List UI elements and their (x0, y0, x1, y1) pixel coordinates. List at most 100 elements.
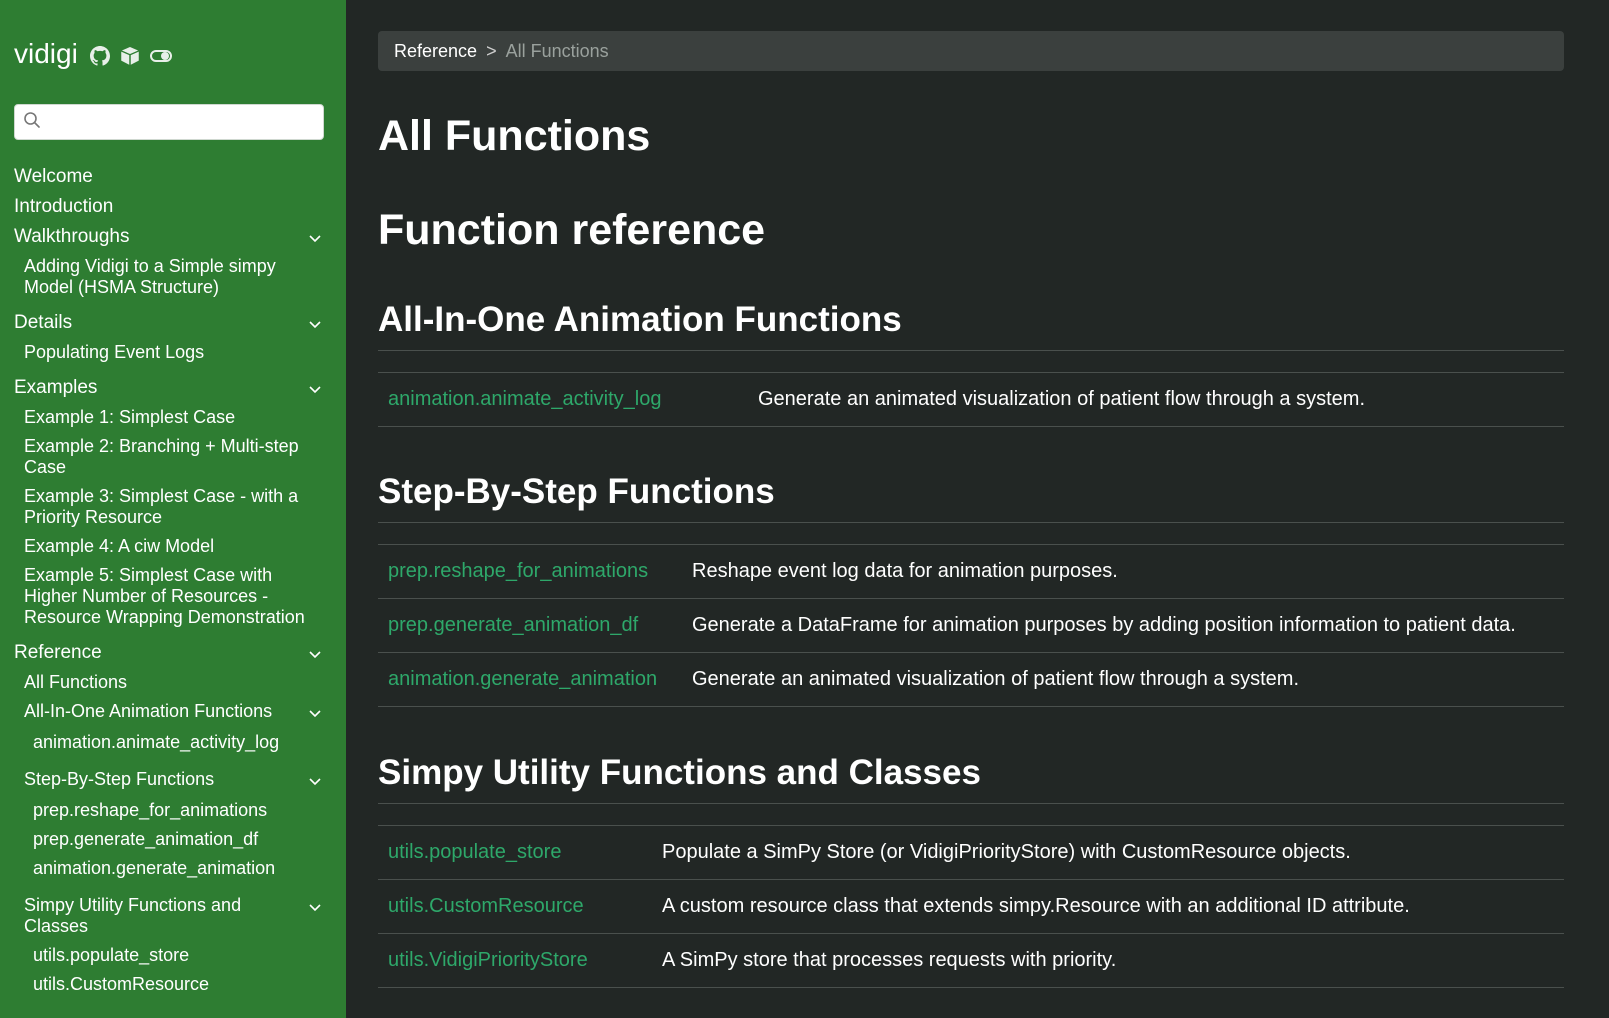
sidebar-item-label: prep.reshape_for_animations (33, 800, 268, 820)
sidebar-nav: Welcome Introduction Walkthroughs Adding… (14, 166, 324, 995)
chevron-down-icon[interactable] (308, 231, 322, 245)
sidebar-item-walkthroughs[interactable]: Walkthroughs (14, 226, 324, 248)
package-icon[interactable] (120, 46, 140, 66)
sidebar-item-animate-activity-log[interactable]: animation.animate_activity_log (14, 732, 324, 753)
sidebar-item-adding-vidigi[interactable]: Adding Vidigi to a Simple simpy Model (H… (14, 256, 324, 298)
function-description: Populate a SimPy Store (or VidigiPriorit… (662, 841, 1351, 863)
toggle-icon[interactable] (149, 48, 172, 64)
sidebar-item-label: Adding Vidigi to a Simple simpy Model (H… (24, 256, 276, 297)
breadcrumb: Reference > All Functions (378, 31, 1564, 71)
sidebar-item-label: utils.CustomResource (33, 974, 210, 994)
table-row: utils.populate_store Populate a SimPy St… (378, 826, 1564, 880)
sidebar-item-populate-store[interactable]: utils.populate_store (14, 945, 324, 966)
sidebar-item-example-2[interactable]: Example 2: Branching + Multi-step Case (14, 436, 324, 478)
section-simpy-utility: Simpy Utility Functions and Classes util… (378, 753, 1564, 988)
breadcrumb-separator: > (486, 40, 497, 61)
sidebar-item-label: Example 5: Simplest Case with Higher Num… (24, 565, 305, 627)
breadcrumb-parent[interactable]: Reference (394, 41, 477, 62)
function-link[interactable]: utils.populate_store (378, 841, 662, 864)
sidebar-item-label: prep.generate_animation_df (33, 829, 259, 849)
search-input[interactable] (47, 107, 323, 137)
function-link[interactable]: prep.generate_animation_df (378, 614, 692, 637)
section-title-function-reference: Function reference (378, 206, 766, 254)
sidebar-item-label: Example 4: A ciw Model (24, 536, 215, 556)
sidebar-item-reshape-for-animations[interactable]: prep.reshape_for_animations (14, 800, 324, 821)
function-description: A custom resource class that extends sim… (662, 895, 1410, 917)
sidebar-item-label: All-In-One Animation Functions (24, 701, 273, 721)
sidebar-item-step-by-step[interactable]: Step-By-Step Functions (14, 769, 324, 790)
sidebar-item-label: Welcome (14, 166, 93, 187)
sidebar-item-label: animation.generate_animation (33, 858, 276, 878)
sidebar-item-label: Simpy Utility Functions and Classes (24, 895, 242, 936)
sidebar-item-label: Example 3: Simplest Case - with a Priori… (24, 486, 299, 527)
brand-icons (89, 46, 172, 66)
sidebar-item-label: Introduction (14, 196, 114, 217)
page-title: All Functions (378, 112, 651, 160)
sidebar-item-generate-animation[interactable]: animation.generate_animation (14, 858, 324, 879)
table-row: animation.animate_activity_log Generate … (378, 373, 1564, 427)
sidebar-item-label: utils.populate_store (33, 945, 190, 965)
sidebar-item-label: All Functions (24, 672, 128, 692)
brand-title[interactable]: vidigi (14, 38, 78, 70)
chevron-down-icon[interactable] (308, 647, 322, 661)
sidebar-item-all-in-one[interactable]: All-In-One Animation Functions (14, 701, 324, 722)
function-description: A SimPy store that processes requests wi… (662, 949, 1117, 971)
sidebar: vidigi Welcome Introduction Walkthroughs… (0, 0, 346, 1018)
section-step-by-step: Step-By-Step Functions prep.reshape_for_… (378, 472, 1564, 707)
table-row: utils.VidigiPriorityStore A SimPy store … (378, 934, 1564, 988)
function-link[interactable]: prep.reshape_for_animations (378, 560, 692, 583)
function-description: Reshape event log data for animation pur… (692, 560, 1118, 582)
sidebar-item-populating-event-logs[interactable]: Populating Event Logs (14, 342, 324, 363)
function-link[interactable]: animation.animate_activity_log (378, 388, 758, 411)
github-icon[interactable] (89, 46, 110, 66)
chevron-down-icon[interactable] (308, 900, 322, 914)
function-link[interactable]: utils.CustomResource (378, 895, 662, 918)
sidebar-item-example-5[interactable]: Example 5: Simplest Case with Higher Num… (14, 565, 324, 628)
sidebar-item-label: Example 2: Branching + Multi-step Case (24, 436, 299, 477)
sidebar-item-welcome[interactable]: Welcome (14, 166, 324, 188)
chevron-down-icon[interactable] (308, 706, 322, 720)
section-all-in-one: All-In-One Animation Functions animation… (378, 300, 1564, 427)
sidebar-item-example-1[interactable]: Example 1: Simplest Case (14, 407, 324, 428)
search-box[interactable] (14, 104, 324, 140)
section-heading: All-In-One Animation Functions (378, 300, 1564, 351)
function-table: animation.animate_activity_log Generate … (378, 372, 1564, 427)
section-heading: Simpy Utility Functions and Classes (378, 753, 1564, 804)
brand: vidigi (14, 38, 172, 70)
sidebar-item-example-3[interactable]: Example 3: Simplest Case - with a Priori… (14, 486, 324, 528)
function-description: Generate a DataFrame for animation purpo… (692, 614, 1516, 636)
sidebar-item-label: animation.animate_activity_log (33, 732, 280, 752)
sidebar-item-all-functions[interactable]: All Functions (14, 672, 324, 693)
sidebar-item-label: Examples (14, 377, 98, 398)
function-table: prep.reshape_for_animations Reshape even… (378, 544, 1564, 707)
sidebar-item-label: Details (14, 312, 73, 333)
breadcrumb-current: All Functions (505, 40, 609, 61)
sidebar-item-reference[interactable]: Reference (14, 642, 324, 664)
function-link[interactable]: animation.generate_animation (378, 668, 692, 691)
search-icon (23, 111, 41, 134)
section-heading: Step-By-Step Functions (378, 472, 1564, 523)
sidebar-item-introduction[interactable]: Introduction (14, 196, 324, 218)
sidebar-item-label: Populating Event Logs (24, 342, 205, 362)
function-link[interactable]: utils.VidigiPriorityStore (378, 949, 662, 972)
sidebar-item-generate-animation-df[interactable]: prep.generate_animation_df (14, 829, 324, 850)
sidebar-item-example-4[interactable]: Example 4: A ciw Model (14, 536, 324, 557)
function-description: Generate an animated visualization of pa… (692, 668, 1300, 690)
table-row: prep.generate_animation_df Generate a Da… (378, 599, 1564, 653)
sidebar-item-examples[interactable]: Examples (14, 377, 324, 399)
sidebar-item-label: Reference (14, 642, 102, 663)
sidebar-item-details[interactable]: Details (14, 312, 324, 334)
sidebar-item-label: Step-By-Step Functions (24, 769, 215, 789)
chevron-down-icon[interactable] (308, 317, 322, 331)
chevron-down-icon[interactable] (308, 382, 322, 396)
function-description: Generate an animated visualization of pa… (758, 388, 1366, 410)
chevron-down-icon[interactable] (308, 774, 322, 788)
table-row: prep.reshape_for_animations Reshape even… (378, 545, 1564, 599)
sidebar-item-label: Walkthroughs (14, 226, 130, 247)
table-row: utils.CustomResource A custom resource c… (378, 880, 1564, 934)
sidebar-item-custom-resource[interactable]: utils.CustomResource (14, 974, 324, 995)
function-table: utils.populate_store Populate a SimPy St… (378, 825, 1564, 988)
table-row: animation.generate_animation Generate an… (378, 653, 1564, 707)
sidebar-item-label: Example 1: Simplest Case (24, 407, 236, 427)
sidebar-item-simpy-utility[interactable]: Simpy Utility Functions and Classes (14, 895, 324, 937)
